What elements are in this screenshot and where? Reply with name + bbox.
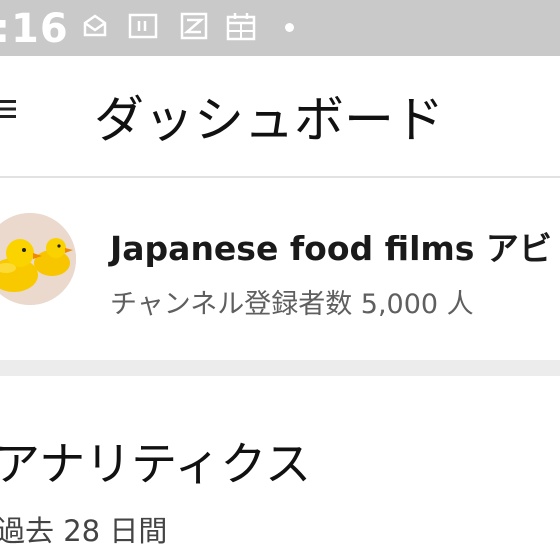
sim-card-icon: [128, 13, 158, 39]
section-divider: [0, 360, 560, 376]
notification-dot-icon: [285, 23, 294, 32]
status-bar: :16: [0, 0, 560, 56]
app-notification-icon: [180, 12, 208, 40]
channel-avatar[interactable]: [0, 213, 76, 305]
status-time: :16: [0, 6, 69, 52]
mail-icon: [83, 14, 107, 37]
channel-subscriber-count: チャンネル登録者数 5,000 人: [110, 289, 474, 320]
page-title: ダッシュボード: [94, 91, 444, 149]
channel-card[interactable]: Japanese food films アビ チャンネル登録者数 5,000 人: [0, 178, 560, 360]
analytics-period: 過去 28 日間: [0, 514, 168, 548]
hamburger-menu-icon[interactable]: [0, 97, 16, 121]
rubber-duck-avatar: [0, 213, 76, 305]
app-bar: ダッシュボード: [0, 56, 560, 176]
calendar-icon: [226, 13, 256, 41]
channel-name: Japanese food films アビ: [110, 229, 552, 268]
analytics-heading: アナリティクス: [0, 437, 311, 491]
